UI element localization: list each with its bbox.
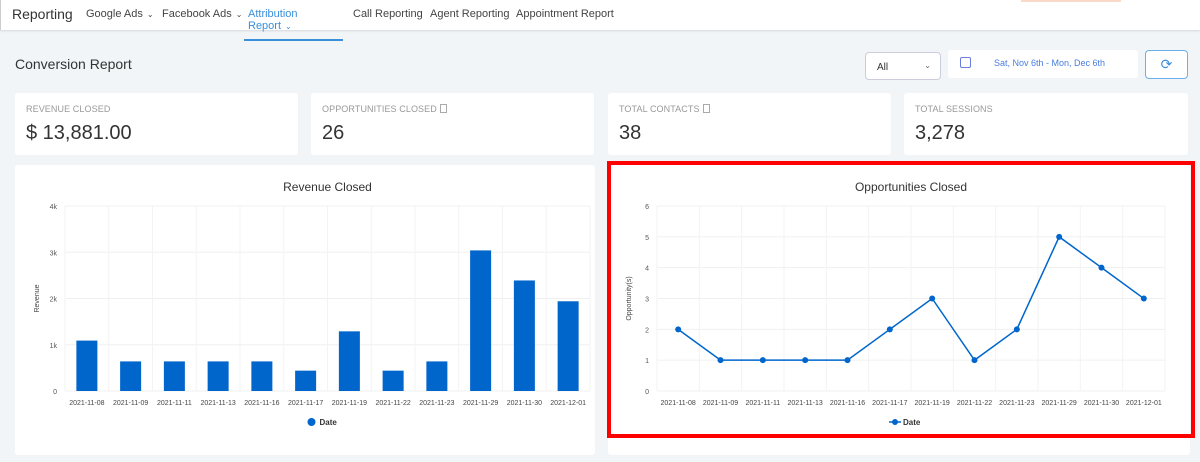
brand-title: Reporting — [12, 6, 73, 22]
revenue-bar-chart: Revenue Closed 0 1k 2k 3k 4k Revenue 2021-11-08… — [34, 180, 591, 427]
x-tick-label: 2021-11-30 — [507, 400, 542, 407]
calendar-icon — [960, 57, 971, 68]
y-axis-label: Revenue — [34, 284, 41, 312]
bar — [338, 331, 360, 391]
filter-value: All — [877, 62, 889, 73]
bar — [382, 370, 404, 391]
bar — [251, 361, 273, 391]
bar — [120, 361, 142, 391]
chart-title: Revenue Closed — [283, 180, 372, 194]
bar — [76, 340, 98, 391]
stat-total-contacts: TOTAL CONTACTS 38 — [608, 93, 891, 155]
nav-facebook-ads[interactable]: Facebook Ads ⌄ — [162, 8, 242, 20]
stat-value: 3,278 — [915, 122, 966, 144]
chevron-down-icon: ⌄ — [285, 22, 292, 31]
chevron-down-icon: ⌄ — [235, 10, 243, 19]
y-tick-label: 3k — [50, 250, 58, 257]
bar — [207, 361, 229, 391]
highlight-box — [607, 161, 1195, 438]
document-icon[interactable] — [439, 104, 447, 113]
nav-attribution-report[interactable]: Attribution Report ⌄ — [244, 8, 343, 41]
stat-value: 26 — [322, 122, 345, 144]
stat-label: OPPORTUNITIES CLOSED — [322, 104, 437, 114]
date-range-picker[interactable]: Sat, Nov 6th - Mon, Dec 6th — [948, 50, 1138, 78]
bar — [426, 361, 448, 391]
stat-label: TOTAL CONTACTS — [619, 104, 700, 114]
x-tick-label: 2021-11-23 — [419, 400, 454, 407]
stat-value: $ 13,881.00 — [26, 122, 132, 144]
nav-google-ads[interactable]: Google Ads ⌄ — [86, 8, 154, 20]
legend-marker — [307, 418, 316, 426]
stat-total-sessions: TOTAL SESSIONS 3,278 — [904, 93, 1188, 155]
nav-appointment-report[interactable]: Appointment Report — [516, 8, 614, 20]
bar — [513, 280, 535, 391]
x-tick-label: 2021-11-17 — [288, 400, 323, 407]
nav-agent-reporting[interactable]: Agent Reporting — [430, 8, 510, 20]
x-tick-label: 2021-11-19 — [332, 400, 367, 407]
bar — [163, 361, 185, 391]
stat-label: REVENUE CLOSED — [26, 104, 111, 114]
top-nav: Reporting Google Ads ⌄ Facebook Ads ⌄ Attr… — [0, 0, 1200, 41]
document-icon[interactable] — [702, 104, 710, 113]
refresh-button[interactable]: ⟳ — [1145, 50, 1188, 79]
bar — [557, 301, 579, 391]
y-tick-label: 0 — [53, 389, 57, 396]
x-tick-label: 2021-11-29 — [463, 400, 498, 407]
x-tick-label: 2021-11-16 — [244, 400, 279, 407]
x-tick-label: 2021-11-13 — [200, 400, 235, 407]
header-button-edge — [1021, 0, 1121, 2]
stat-revenue-closed: REVENUE CLOSED $ 13,881.00 — [15, 93, 298, 155]
bar — [470, 250, 492, 391]
x-tick-label: 2021-11-09 — [113, 400, 148, 407]
legend-label: Date — [320, 418, 338, 427]
revenue-chart-card: Revenue Closed 0 1k 2k 3k 4k Revenue 2021-11-08… — [15, 165, 595, 455]
stat-value: 38 — [619, 122, 642, 144]
y-tick-label: 4k — [50, 204, 58, 211]
nav-call-reporting[interactable]: Call Reporting — [353, 8, 423, 20]
x-tick-label: 2021-12-01 — [550, 400, 586, 407]
filter-select[interactable]: All ⌄ — [865, 52, 941, 80]
nav-label: Facebook Ads — [162, 8, 232, 20]
x-tick-label: 2021-11-11 — [157, 400, 192, 407]
stat-label: TOTAL SESSIONS — [915, 104, 993, 114]
chevron-down-icon: ⌄ — [146, 10, 154, 19]
date-range-text: Sat, Nov 6th - Mon, Dec 6th — [994, 58, 1106, 68]
x-tick-label: 2021-11-08 — [69, 400, 104, 407]
bar — [295, 370, 317, 391]
refresh-icon: ⟳ — [1160, 56, 1173, 72]
stat-opportunities-closed: OPPORTUNITIES CLOSED 26 — [311, 93, 594, 155]
page-title: Conversion Report — [15, 56, 132, 72]
x-tick-label: 2021-11-22 — [375, 400, 410, 407]
chevron-down-icon: ⌄ — [924, 61, 931, 70]
y-tick-label: 2k — [50, 297, 58, 304]
nav-label: Google Ads — [86, 8, 143, 20]
y-tick-label: 1k — [50, 343, 58, 350]
